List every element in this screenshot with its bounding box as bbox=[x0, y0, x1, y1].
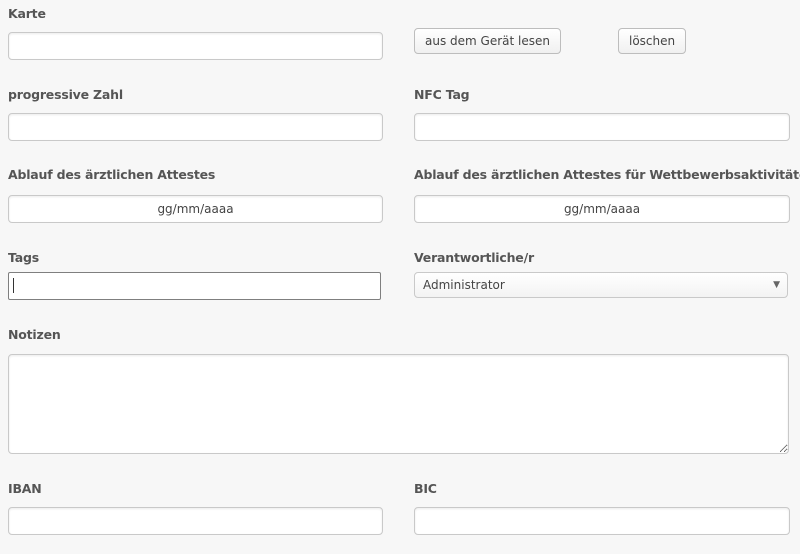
bic-label: BIC bbox=[414, 481, 437, 496]
notes-label: Notizen bbox=[8, 327, 61, 342]
progressive-number-input[interactable] bbox=[8, 113, 383, 141]
responsible-selected-value: Administrator bbox=[423, 278, 505, 292]
nfc-tag-input[interactable] bbox=[414, 113, 790, 141]
karte-input[interactable] bbox=[8, 32, 383, 60]
competition-certificate-expiry-label: Ablauf des ärztlichen Attestes für Wettb… bbox=[414, 167, 800, 182]
iban-label: IBAN bbox=[8, 481, 42, 496]
text-cursor bbox=[13, 278, 14, 293]
certificate-expiry-label: Ablauf des ärztlichen Attestes bbox=[8, 167, 216, 182]
chevron-down-icon: ▼ bbox=[773, 280, 780, 290]
responsible-select[interactable]: Administrator ▼ bbox=[414, 272, 788, 298]
bic-input[interactable] bbox=[414, 507, 790, 535]
tags-input[interactable] bbox=[8, 272, 381, 300]
karte-label: Karte bbox=[8, 6, 46, 21]
delete-button[interactable]: löschen bbox=[618, 28, 687, 54]
competition-certificate-expiry-date-input[interactable] bbox=[414, 195, 790, 223]
tags-label: Tags bbox=[8, 250, 39, 265]
progressive-number-label: progressive Zahl bbox=[8, 87, 123, 102]
read-from-device-button[interactable]: aus dem Gerät lesen bbox=[414, 28, 561, 54]
certificate-expiry-date-input[interactable] bbox=[8, 195, 383, 223]
responsible-label: Verantwortliche/r bbox=[414, 250, 534, 265]
notes-textarea[interactable] bbox=[8, 354, 789, 454]
iban-input[interactable] bbox=[8, 507, 383, 535]
nfc-tag-label: NFC Tag bbox=[414, 87, 470, 102]
form-page: Karte aus dem Gerät lesen löschen progre… bbox=[0, 0, 800, 554]
